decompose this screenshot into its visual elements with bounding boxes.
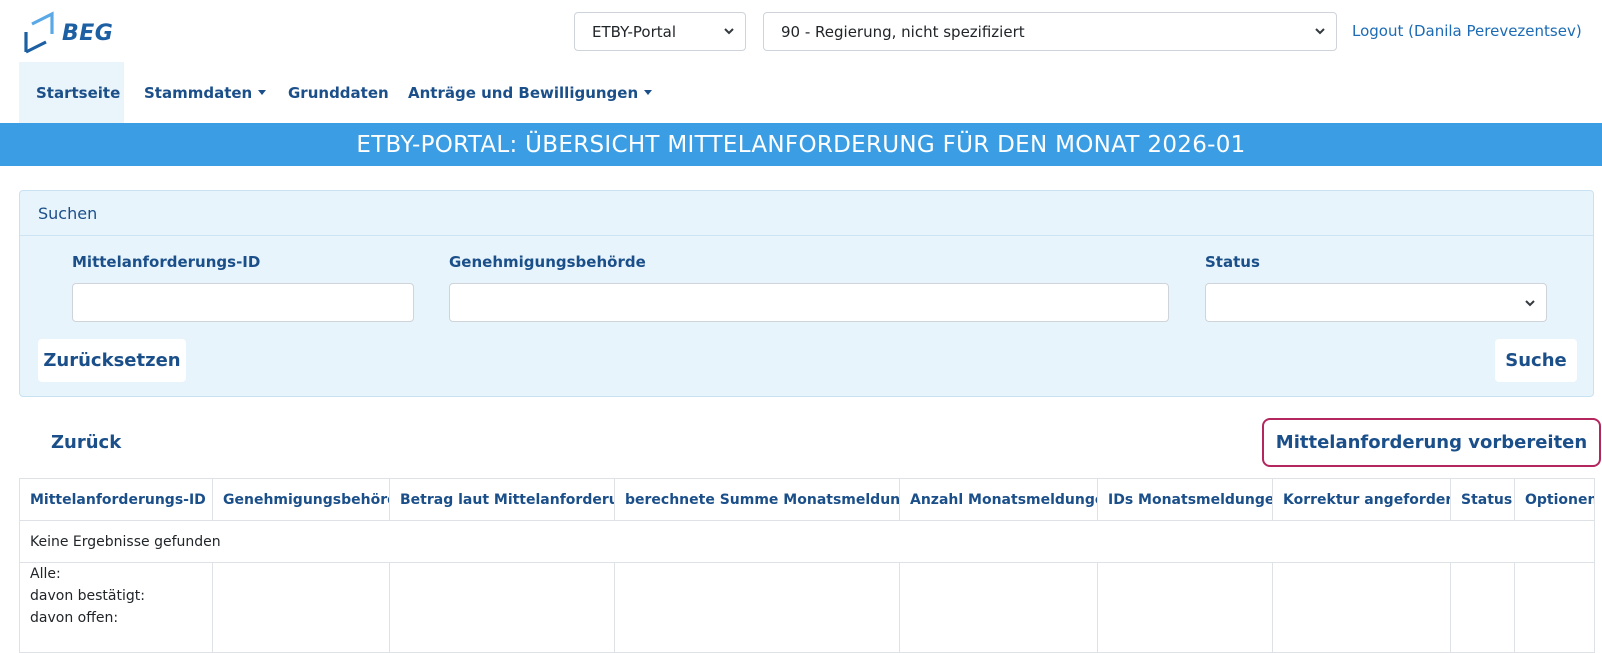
back-link[interactable]: Zurück — [51, 432, 121, 453]
summary-all: Alle: — [30, 566, 61, 582]
nav-item-grunddaten[interactable]: Grunddaten — [288, 62, 389, 123]
search-panel: Suchen Mittelanforderungs-ID Genehmigung… — [19, 190, 1594, 397]
nav-item-stammdaten[interactable]: Stammdaten — [144, 62, 267, 123]
id-input[interactable] — [72, 283, 414, 322]
column-header-authority[interactable]: Genehmigungsbehörde — [212, 478, 390, 521]
empty-message: Keine Ergebnisse gefunden — [19, 520, 1595, 563]
results-table: Mittelanforderungs-ID Genehmigungsbehörd… — [19, 478, 1595, 653]
chevron-down-icon — [1315, 28, 1325, 35]
main-nav: Startseite Stammdaten Grunddaten Anträge… — [0, 62, 1602, 123]
logo-mark-icon — [24, 11, 54, 54]
column-header-options: Optionen — [1514, 478, 1595, 521]
table-header-row: Mittelanforderungs-ID Genehmigungsbehörd… — [19, 478, 1595, 521]
caret-down-icon — [644, 90, 653, 95]
portal-select-value: ETBY-Portal — [592, 22, 677, 41]
column-header-id[interactable]: Mittelanforderungs-ID — [19, 478, 213, 521]
logout-link[interactable]: Logout (Danila Perevezentsev) — [1352, 22, 1582, 40]
caret-down-icon — [258, 90, 267, 95]
summary-open: davon offen: — [30, 610, 119, 626]
organization-select-value: 90 - Regierung, nicht spezifiziert — [781, 22, 1025, 41]
column-header-correction[interactable]: Korrektur angefordert? — [1272, 478, 1451, 521]
table-cell — [1514, 562, 1595, 653]
nav-item-label: Grunddaten — [288, 83, 389, 102]
status-select[interactable] — [1205, 283, 1547, 322]
authority-input[interactable] — [449, 283, 1169, 322]
column-header-status[interactable]: Status — [1450, 478, 1515, 521]
logo-text: BEG — [62, 20, 114, 46]
column-header-amount[interactable]: Betrag laut Mittelanforderung — [389, 478, 615, 521]
table-cell — [614, 562, 900, 653]
authority-label: Genehmigungsbehörde — [449, 253, 646, 271]
column-header-calculated-sum[interactable]: berechnete Summe Monatsmeldungen — [614, 478, 900, 521]
nav-item-startseite[interactable]: Startseite — [19, 62, 124, 123]
beg-logo[interactable]: BEG — [22, 8, 132, 58]
id-label: Mittelanforderungs-ID — [72, 253, 261, 271]
organization-select[interactable]: 90 - Regierung, nicht spezifiziert — [763, 12, 1337, 51]
table-cell — [1272, 562, 1451, 653]
nav-item-label: Anträge und Bewilligungen — [408, 83, 639, 102]
chevron-down-icon — [724, 28, 734, 35]
search-panel-heading: Suchen — [20, 191, 1593, 236]
table-cell — [1450, 562, 1515, 653]
nav-item-label: Stammdaten — [144, 83, 253, 102]
top-bar: BEG ETBY-Portal 90 - Regierung, nicht sp… — [0, 0, 1602, 62]
nav-item-label: Startseite — [36, 83, 121, 102]
column-header-report-count[interactable]: Anzahl Monatsmeldungen — [899, 478, 1098, 521]
nav-item-antraege[interactable]: Anträge und Bewilligungen — [408, 62, 653, 123]
table-cell — [899, 562, 1098, 653]
status-label: Status — [1205, 253, 1260, 271]
summary-cell: Alle: davon bestätigt: davon offen: — [19, 562, 213, 653]
reset-button[interactable]: Zurücksetzen — [38, 339, 186, 382]
page-title-banner: ETBY-PORTAL: ÜBERSICHT MITTELANFORDERUNG… — [0, 123, 1602, 166]
search-heading: Suchen — [38, 203, 98, 223]
column-header-report-ids[interactable]: IDs Monatsmeldungen — [1097, 478, 1273, 521]
table-row-empty: Keine Ergebnisse gefunden — [19, 520, 1595, 563]
prepare-request-button[interactable]: Mittelanforderung vorbereiten — [1262, 418, 1601, 467]
table-cell — [1097, 562, 1273, 653]
portal-select[interactable]: ETBY-Portal — [574, 12, 746, 51]
table-cell — [212, 562, 390, 653]
chevron-down-icon — [1525, 300, 1535, 307]
page-title: ETBY-PORTAL: ÜBERSICHT MITTELANFORDERUNG… — [356, 131, 1246, 158]
summary-confirmed: davon bestätigt: — [30, 588, 145, 604]
table-row-summary: Alle: davon bestätigt: davon offen: — [19, 562, 1595, 653]
search-button[interactable]: Suche — [1495, 339, 1577, 382]
table-cell — [389, 562, 615, 653]
